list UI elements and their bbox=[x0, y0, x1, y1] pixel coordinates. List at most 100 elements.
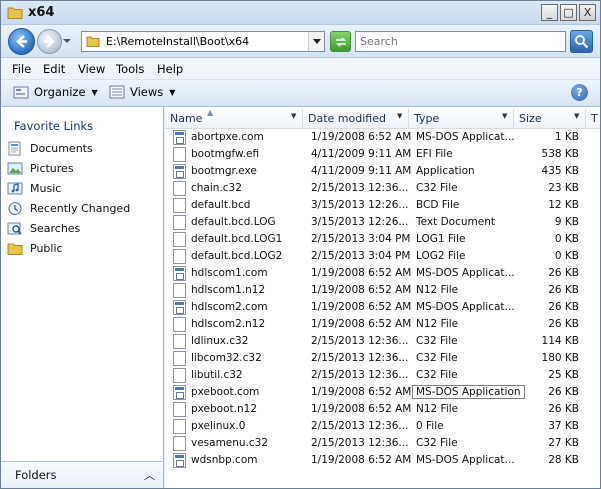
menu-help[interactable]: Help bbox=[157, 62, 183, 76]
file-type: Text Document bbox=[416, 216, 495, 228]
file-size: 180 KB bbox=[541, 352, 579, 364]
column-header-date[interactable]: Date modified ▼ bbox=[303, 109, 409, 129]
file-name: pxeboot.n12 bbox=[191, 403, 257, 415]
table-row[interactable]: ldlinux.c32 2/15/2013 12:36... C32 File 114… bbox=[165, 333, 600, 350]
chevron-down-icon[interactable]: ▼ bbox=[291, 112, 300, 125]
file-date-modified: 3/15/2013 12:26... bbox=[311, 199, 409, 211]
file-name: default.bcd.LOG1 bbox=[191, 233, 283, 245]
address-dropdown-button[interactable] bbox=[308, 32, 324, 51]
menu-bar: File Edit View Tools Help bbox=[1, 58, 600, 80]
chevron-down-icon[interactable]: ▼ bbox=[502, 112, 511, 125]
file-date-modified: 4/11/2009 9:11 AM bbox=[311, 148, 412, 160]
generic-file-icon bbox=[173, 232, 186, 247]
favorite-label: Music bbox=[30, 181, 62, 195]
close-button[interactable]: X bbox=[579, 4, 596, 21]
file-name: libutil.c32 bbox=[191, 369, 243, 381]
file-size: 26 KB bbox=[548, 386, 579, 398]
application-file-icon bbox=[173, 385, 186, 400]
favorite-label: Recently Changed bbox=[30, 201, 131, 215]
history-dropdown-icon[interactable] bbox=[62, 36, 72, 46]
file-type: BCD File bbox=[416, 199, 460, 211]
table-row[interactable]: bootmgfw.efi 4/11/2009 9:11 AM EFI File 538… bbox=[165, 146, 600, 163]
minimize-button[interactable]: _ bbox=[541, 4, 558, 21]
column-header-type[interactable]: Type ▼ bbox=[409, 109, 514, 129]
forward-arrow-icon bbox=[44, 35, 55, 48]
table-row[interactable]: wdsnbp.com 1/19/2008 6:52 AM MS-DOS Applic… bbox=[165, 452, 600, 469]
file-size: 435 KB bbox=[541, 165, 579, 177]
folders-toggle[interactable]: Folders ︿ bbox=[1, 461, 163, 488]
column-header-name[interactable]: Name ▲ ▼ bbox=[165, 108, 303, 129]
search-input[interactable] bbox=[355, 31, 566, 52]
table-row[interactable]: bootmgr.exe 4/11/2009 9:11 AM Application 4… bbox=[165, 163, 600, 180]
address-bar[interactable]: E:\RemoteInstall\Boot\x64 bbox=[81, 31, 325, 52]
generic-file-icon bbox=[173, 334, 186, 349]
file-name: default.bcd.LOG2 bbox=[191, 250, 283, 262]
menu-file[interactable]: File bbox=[12, 62, 31, 76]
folders-label: Folders bbox=[15, 468, 57, 482]
table-row[interactable]: vesamenu.c32 2/15/2013 12:36... C32 File 27… bbox=[165, 435, 600, 452]
back-button[interactable] bbox=[8, 28, 35, 55]
forward-button[interactable] bbox=[37, 29, 62, 54]
views-icon bbox=[109, 85, 125, 99]
column-label: Date modified bbox=[308, 112, 386, 125]
title-bar[interactable]: x64 _ □ X bbox=[1, 1, 600, 25]
maximize-button[interactable]: □ bbox=[560, 4, 577, 21]
views-button[interactable]: Views ▼ bbox=[109, 85, 175, 99]
menu-view[interactable]: View bbox=[78, 62, 105, 76]
public-folder-icon bbox=[7, 243, 23, 255]
table-row[interactable]: pxeboot.n12 1/19/2008 6:52 AM N12 File 26 K… bbox=[165, 401, 600, 418]
table-row[interactable]: default.bcd 3/15/2013 12:26... BCD File 12 … bbox=[165, 197, 600, 214]
column-header-row: Name ▲ ▼ Date modified ▼ Type ▼ Size ▼ T bbox=[165, 108, 600, 129]
file-name: chain.c32 bbox=[191, 182, 242, 194]
table-row[interactable]: hdlscom1.n12 1/19/2008 6:52 AM N12 File 26 … bbox=[165, 282, 600, 299]
favorite-recently-changed[interactable]: Recently Changed bbox=[7, 199, 130, 217]
table-row[interactable]: pxeboot.com 1/19/2008 6:52 AM MS-DOS Appli… bbox=[165, 384, 600, 401]
column-label: Size bbox=[519, 112, 542, 125]
chevron-down-icon[interactable]: ▼ bbox=[574, 112, 583, 125]
organize-button[interactable]: Organize ▼ bbox=[13, 85, 98, 99]
menu-tools[interactable]: Tools bbox=[116, 62, 144, 76]
table-row[interactable]: default.bcd.LOG 3/15/2013 12:26... Text Do… bbox=[165, 214, 600, 231]
file-size: 26 KB bbox=[548, 318, 579, 330]
table-row[interactable]: hdlscom1.com 1/19/2008 6:52 AM MS-DOS Appl… bbox=[165, 265, 600, 282]
favorite-searches[interactable]: Searches bbox=[7, 219, 80, 237]
table-row[interactable]: hdlscom2.com 1/19/2008 6:52 AM MS-DOS Appl… bbox=[165, 299, 600, 316]
help-button[interactable]: ? bbox=[571, 84, 588, 101]
table-row[interactable]: hdlscom2.n12 1/19/2008 6:52 AM N12 File 26 … bbox=[165, 316, 600, 333]
file-date-modified: 2/15/2013 12:36... bbox=[311, 352, 409, 364]
favorite-label: Public bbox=[30, 241, 63, 255]
favorite-documents[interactable]: Documents bbox=[7, 139, 93, 157]
file-name: hdlscom1.n12 bbox=[191, 284, 266, 296]
help-icon: ? bbox=[576, 86, 583, 99]
table-row[interactable]: pxelinux.0 2/15/2013 12:36... 0 File 37 KB bbox=[165, 418, 600, 435]
column-header-size[interactable]: Size ▼ bbox=[514, 109, 586, 129]
table-row[interactable]: abortpxe.com 1/19/2008 6:52 AM MS-DOS Appl… bbox=[165, 129, 600, 146]
file-size: 26 KB bbox=[548, 301, 579, 313]
file-date-modified: 3/15/2013 12:26... bbox=[311, 216, 409, 228]
file-type: C32 File bbox=[416, 369, 458, 381]
navigation-bar: E:\RemoteInstall\Boot\x64 bbox=[1, 25, 600, 58]
table-row[interactable]: default.bcd.LOG1 2/15/2013 3:04 PM LOG1 Fi… bbox=[165, 231, 600, 248]
table-row[interactable]: libutil.c32 2/15/2013 12:36... C32 File 25 … bbox=[165, 367, 600, 384]
file-size: 0 KB bbox=[554, 250, 579, 262]
chevron-down-icon[interactable]: ▼ bbox=[397, 112, 406, 125]
file-date-modified: 2/15/2013 12:36... bbox=[311, 369, 409, 381]
file-date-modified: 2/15/2013 3:04 PM bbox=[311, 250, 411, 262]
favorite-public[interactable]: Public bbox=[7, 239, 63, 257]
generic-file-icon bbox=[173, 181, 186, 196]
menu-edit[interactable]: Edit bbox=[43, 62, 65, 76]
favorite-music[interactable]: Music bbox=[7, 179, 61, 197]
file-size: 37 KB bbox=[548, 420, 579, 432]
application-file-icon bbox=[173, 164, 186, 179]
file-list: Name ▲ ▼ Date modified ▼ Type ▼ Size ▼ T… bbox=[165, 107, 600, 488]
file-size: 27 KB bbox=[548, 437, 579, 449]
file-size: 26 KB bbox=[548, 267, 579, 279]
favorite-label: Pictures bbox=[30, 161, 74, 175]
table-row[interactable]: chain.c32 2/15/2013 12:36... C32 File 23 KB bbox=[165, 180, 600, 197]
table-row[interactable]: default.bcd.LOG2 2/15/2013 3:04 PM LOG2 Fi… bbox=[165, 248, 600, 265]
search-button[interactable] bbox=[570, 30, 593, 53]
favorite-pictures[interactable]: Pictures bbox=[7, 159, 74, 177]
column-header-tags[interactable]: T bbox=[586, 109, 600, 129]
refresh-button[interactable] bbox=[330, 31, 351, 52]
table-row[interactable]: libcom32.c32 2/15/2013 12:36... C32 File 18… bbox=[165, 350, 600, 367]
